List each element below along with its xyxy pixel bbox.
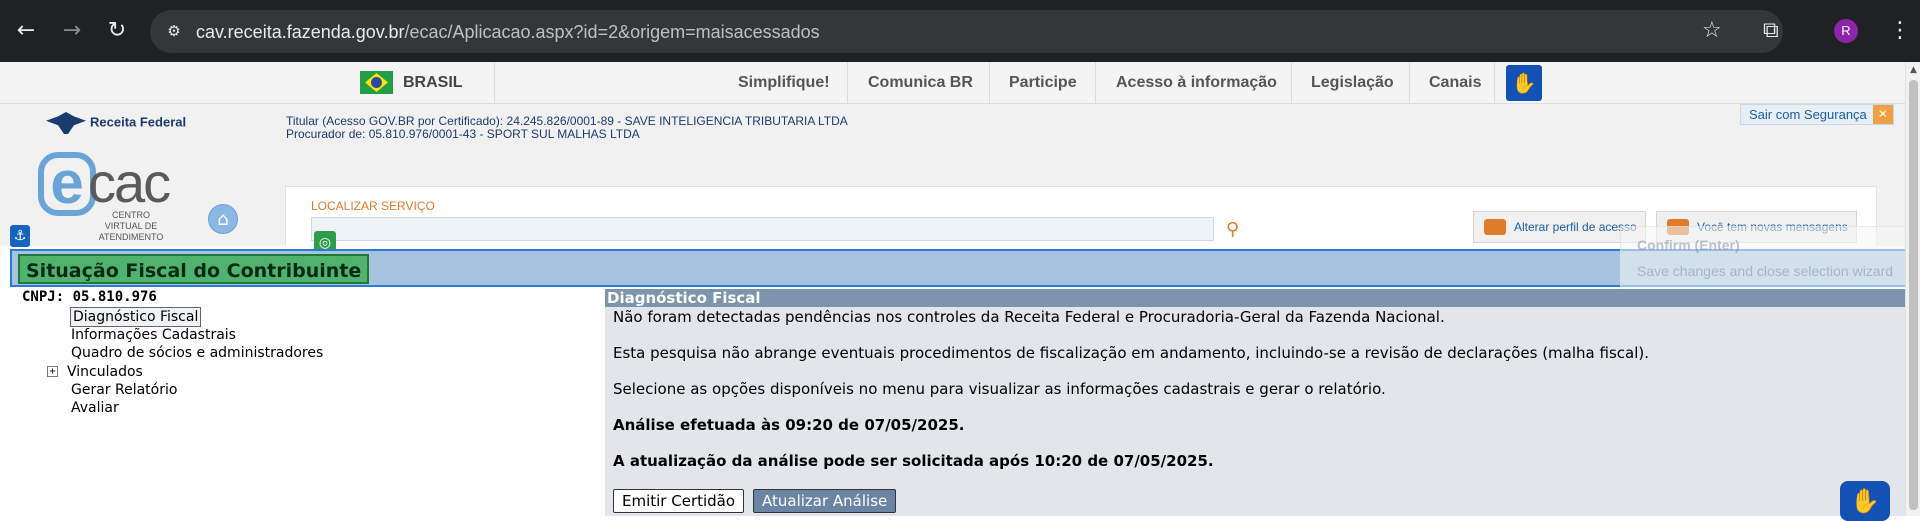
scroll-up-icon[interactable]: ▲ [1906, 62, 1920, 78]
tree-item-vinculados[interactable]: Vinculados [67, 363, 143, 381]
tree-item-quadro-socios[interactable]: Quadro de sócios e administradores [71, 344, 323, 362]
page-title: Situação Fiscal do Contribuinte [18, 254, 370, 284]
url-text[interactable]: cav.receita.fazenda.gov.br/ecac/Aplicaca… [196, 22, 820, 43]
govbar-link-canais[interactable]: Canais [1429, 74, 1481, 92]
accessibility-hand-icon[interactable]: ✋ [1506, 65, 1542, 101]
star-icon[interactable]: ☆ [1702, 16, 1722, 46]
back-icon[interactable]: ← [9, 14, 43, 48]
profile-avatar[interactable]: R [1834, 19, 1858, 43]
vlibras-hand-icon[interactable]: ✋ [1840, 481, 1890, 521]
scrollbar-thumb[interactable] [1909, 80, 1918, 510]
tree-item-diagnostico-fiscal[interactable]: Diagnóstico Fiscal [70, 307, 202, 327]
panel-header: Diagnóstico Fiscal [605, 289, 1905, 307]
confirm-description: Save changes and close selection wizard [1637, 263, 1894, 279]
analise-efetuada: Análise efetuada às 09:20 de 07/05/2025. [613, 416, 965, 434]
search-icon[interactable]: ⚲ [1226, 219, 1239, 240]
anchor-icon[interactable]: ⚓ [10, 225, 30, 247]
eagle-icon [46, 112, 86, 134]
forward-icon[interactable]: → [55, 14, 89, 48]
confirm-tooltip[interactable]: Confirm (Enter) Save changes and close s… [1620, 226, 1920, 290]
govbar-link-legislacao[interactable]: Legislação [1311, 74, 1394, 92]
govbar-link-simplifique[interactable]: Simplifique! [738, 74, 830, 92]
panel-paragraph: Não foram detectadas pendências nos cont… [613, 308, 1445, 326]
tree-item-gerar-relatorio[interactable]: Gerar Relatório [71, 381, 177, 399]
govbar-link-comunica[interactable]: Comunica BR [868, 74, 973, 92]
users-icon [1484, 219, 1506, 235]
brazil-flag-icon[interactable] [360, 71, 393, 94]
cnpj-label: CNPJ: 05.810.976 [22, 289, 157, 305]
govbar-link-participe[interactable]: Participe [1009, 74, 1077, 92]
tree-item-avaliar[interactable]: Avaliar [71, 399, 119, 417]
diagnostico-panel: Diagnóstico Fiscal Não foram detectadas … [605, 289, 1905, 521]
govbr-bar: BRASIL Simplifique! Comunica BR Particip… [0, 62, 1905, 104]
ecac-logo[interactable]: e cac CENTRO VIRTUAL DE ATENDIMENTO [38, 151, 188, 242]
browser-toolbar: ← → ↻ ⚙ cav.receita.fazenda.gov.br/ecac/… [0, 0, 1920, 62]
close-icon[interactable]: ✕ [1872, 105, 1893, 124]
atualizacao-info: A atualização da análise pode ser solici… [613, 452, 1214, 470]
receita-federal-logo[interactable]: Receita Federal [46, 112, 186, 134]
extensions-icon[interactable]: ⧉ [1763, 16, 1779, 46]
address-bar[interactable]: ⚙ cav.receita.fazenda.gov.br/ecac/Aplica… [150, 10, 1783, 53]
govbar-link-acesso-informacao[interactable]: Acesso à informação [1116, 74, 1277, 92]
titular-info: Titular (Acesso GOV.BR por Certificado):… [286, 115, 848, 141]
reload-icon[interactable]: ↻ [100, 14, 134, 48]
home-icon[interactable]: ⌂ [208, 204, 238, 234]
tree-item-informacoes-cadastrais[interactable]: Informações Cadastrais [71, 326, 236, 344]
panel-paragraph: Esta pesquisa não abrange eventuais proc… [613, 344, 1649, 362]
brasil-link[interactable]: BRASIL [403, 74, 463, 92]
search-label: LOCALIZAR SERVIÇO [311, 199, 435, 213]
ecac-header: Receita Federal e cac CENTRO VIRTUAL DE … [0, 104, 1905, 246]
vertical-scrollbar[interactable]: ▲ [1905, 62, 1920, 516]
site-info-icon[interactable]: ⚙ [164, 21, 184, 41]
panel-paragraph: Selecione as opções disponíveis no menu … [613, 380, 1386, 398]
search-input[interactable] [311, 217, 1214, 241]
expand-icon[interactable]: + [47, 366, 58, 377]
sair-com-seguranca-link[interactable]: Sair com Segurança ✕ [1740, 104, 1894, 125]
confirm-title: Confirm (Enter) [1637, 237, 1740, 253]
procurador-line: Procurador de: 05.810.976/0001-43 - SPOR… [286, 127, 640, 141]
atualizar-analise-button[interactable]: Atualizar Análise [753, 489, 897, 513]
menu-icon[interactable]: ⋮ [1889, 16, 1911, 46]
emitir-certidao-button[interactable]: Emitir Certidão [613, 489, 745, 513]
